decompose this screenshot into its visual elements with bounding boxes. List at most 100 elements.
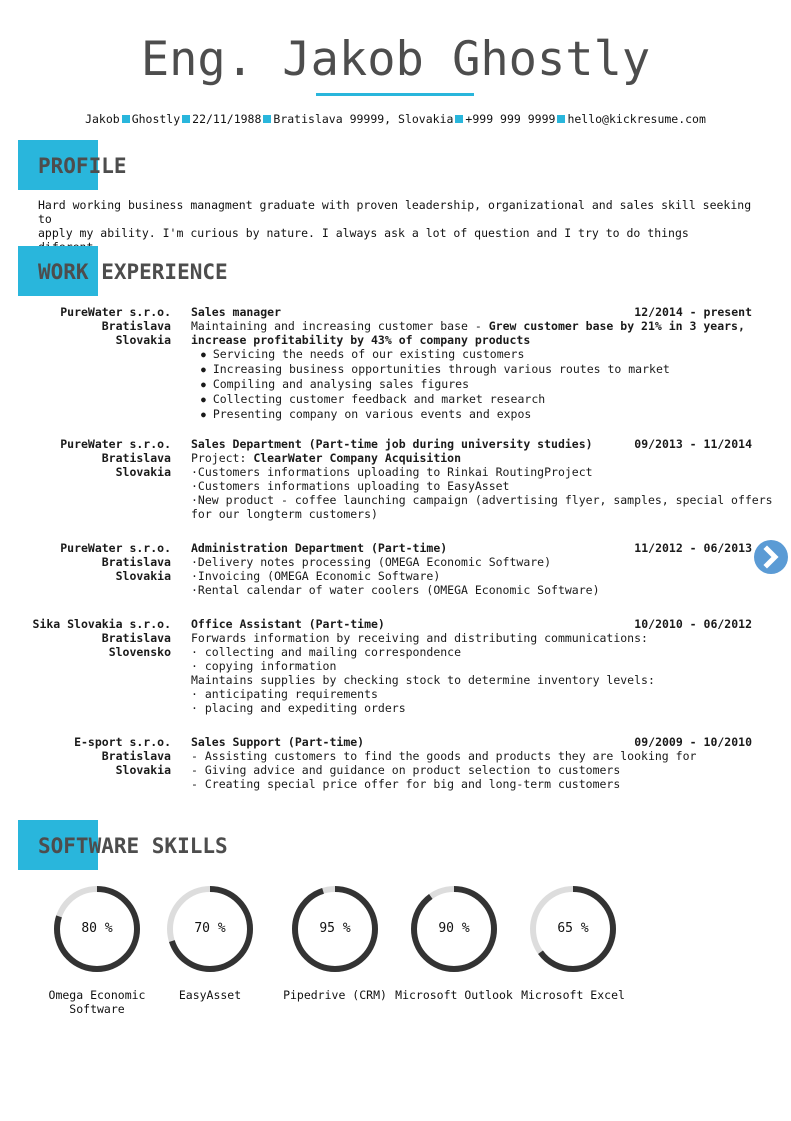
separator-square-icon [263,115,272,123]
job-country: Slovensko [108,645,171,659]
job-details: Sales manager Maintaining and increasing… [191,305,751,422]
skills-list: 80 % Omega Economic Software 70 % EasyAss… [0,884,791,1024]
skill-item: 70 % EasyAsset [150,884,270,1002]
section-title: PROFILE [38,154,127,178]
job-dates: 12/2014 - present [634,305,752,319]
job-city: Bratislava [101,319,171,333]
job-line: ·Delivery notes processing (OMEGA Econom… [191,555,552,569]
job-city: Bratislava [101,555,171,569]
job-country: Slovakia [115,333,171,347]
job-achievement: Grew customer base by 21% in 3 years, [488,319,745,333]
job-country: Slovakia [115,465,171,479]
skill-name: Microsoft Excel [513,988,633,1002]
job-project: Project: ClearWater Company Acquisition [191,451,751,465]
job-dates: 10/2010 - 06/2012 [634,617,752,631]
job-city: Bratislava [101,749,171,763]
job-country: Slovakia [115,763,171,777]
skill-percent: 65 % [557,921,589,936]
job-line: · placing and expediting orders [191,701,406,715]
separator-square-icon [121,115,130,123]
list-item: Increasing business opportunities throug… [201,362,751,377]
contact-phone: +999 999 9999 [465,112,556,126]
job-city: Bratislava [101,451,171,465]
contact-address: Bratislava 99999, Slovakia [273,112,454,126]
job-line: - Giving advice and guidance on product … [191,763,621,777]
job-intro-text: Maintaining and increasing customer base… [191,319,489,333]
profile-section-header: PROFILE [18,140,418,190]
section-title: SOFTWARE SKILLS [38,834,228,858]
job-company: PureWater s.r.o. [60,541,171,555]
skill-item: 90 % Microsoft Outlook [394,884,514,1002]
job-line: ·Rental calendar of water coolers (OMEGA… [191,583,600,597]
job-company: Sika Slovakia s.r.o. [32,617,171,631]
separator-square-icon [557,115,566,123]
job-line: for our longterm customers) [191,507,378,521]
job-line: · anticipating requirements [191,687,378,701]
contact-line: Jakob Ghostly 22/11/1988 Bratislava 99999, … [0,111,791,127]
section-title: WORK EXPERIENCE [38,260,228,284]
chevron-right-icon [763,545,779,569]
skill-percent: 70 % [194,921,226,936]
skill-percent: 95 % [319,921,351,936]
skill-percent: 80 % [81,921,113,936]
job-dates: 09/2009 - 10/2010 [634,735,752,749]
job-employer: PureWater s.r.o. Bratislava Slovakia [60,305,171,347]
skill-name-line: Omega Economic [48,988,146,1002]
contact-last-name: Ghostly [131,112,181,126]
work-section-header: WORK EXPERIENCE [18,246,418,296]
contact-birthdate: 22/11/1988 [192,112,262,126]
job-line: ·New product - coffee launching campaign… [191,493,773,507]
profile-text-line: Hard working business managment graduate… [38,198,752,226]
skill-percent: 90 % [438,921,470,936]
skill-item: 80 % Omega Economic Software [37,884,157,1016]
skill-name-line: Microsoft Outlook [395,988,513,1002]
job-line: - Creating special price offer for big a… [191,777,621,791]
job-employer: PureWater s.r.o. Bratislava Slovakia [60,541,171,583]
job-details: Office Assistant (Part-time) Forwards in… [191,617,751,715]
job-line: Maintains supplies by checking stock to … [191,673,655,687]
skill-item: 65 % Microsoft Excel [513,884,633,1002]
job-dates: 09/2013 - 11/2014 [634,437,752,451]
project-name: ClearWater Company Acquisition [253,451,462,465]
job-company: PureWater s.r.o. [60,305,171,319]
list-item: Collecting customer feedback and market … [201,392,751,407]
list-item: Servicing the needs of our existing cust… [201,347,751,362]
job-line: Forwards information by receiving and di… [191,631,648,645]
job-line: - Assisting customers to find the goods … [191,749,697,763]
skill-name-line: EasyAsset [178,988,242,1002]
name-underline [316,93,474,96]
job-country: Slovakia [115,569,171,583]
skill-name-line: Pipedrive (CRM) [283,988,387,1002]
job-employer: Sika Slovakia s.r.o. Bratislava Slovensk… [33,617,171,659]
job-dates: 11/2012 - 06/2013 [634,541,752,555]
job-company: PureWater s.r.o. [60,437,171,451]
job-line: · copying information [191,659,337,673]
separator-square-icon [182,115,191,123]
job-line: · collecting and mailing correspondence [191,645,462,659]
skill-name: Omega Economic Software [37,988,157,1016]
job-achievement: increase profitability by 43% of company… [191,333,531,347]
project-label: Project: [191,451,254,465]
job-line: ·Customers informations uploading to Rin… [191,465,593,479]
job-employer: PureWater s.r.o. Bratislava Slovakia [60,437,171,479]
skills-section-header: SOFTWARE SKILLS [18,820,418,870]
skill-name-line: Software [69,1002,125,1016]
skill-name-line: Microsoft Excel [521,988,625,1002]
list-item: Compiling and analysing sales figures [201,377,751,392]
skill-name: Microsoft Outlook [394,988,514,1002]
job-bullet-list: Servicing the needs of our existing cust… [191,347,751,422]
contact-first-name: Jakob [85,112,120,126]
job-intro: Maintaining and increasing customer base… [191,319,751,333]
job-line: ·Invoicing (OMEGA Economic Software) [191,569,441,583]
job-employer: E-sport s.r.o. Bratislava Slovakia [74,735,171,777]
skill-name: EasyAsset [150,988,270,1002]
skill-name: Pipedrive (CRM) [275,988,395,1002]
next-page-button[interactable] [754,540,788,574]
contact-email[interactable]: hello@kickresume.com [567,112,705,126]
separator-square-icon [455,115,464,123]
job-company: E-sport s.r.o. [74,735,171,749]
candidate-name: Eng. Jakob Ghostly [140,32,651,87]
job-city: Bratislava [101,631,171,645]
skill-item: 95 % Pipedrive (CRM) [275,884,395,1002]
job-line: ·Customers informations uploading to Eas… [191,479,510,493]
